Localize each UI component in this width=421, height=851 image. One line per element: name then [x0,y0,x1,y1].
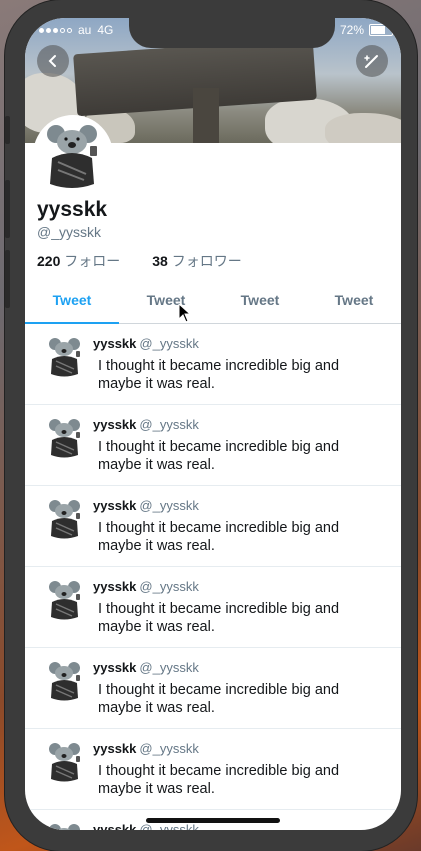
battery-icon [369,24,393,36]
screen: au 4G ✱ 72% [25,18,401,830]
volume-down-button [5,250,10,308]
tweet-text: I thought it became incredible big and m… [98,682,340,716]
battery-percent: 72% [339,23,364,37]
koala-avatar-icon[interactable] [43,496,87,540]
tab-2[interactable]: Tweet [119,281,213,323]
mute-switch [5,116,10,144]
tweet-author-name: yysskk [93,417,137,432]
back-button[interactable] [37,45,69,77]
tweet-row[interactable]: yysskk @_yysskk I thought it became incre… [25,648,401,729]
tweet-row[interactable]: yysskk @_yysskk I thought it became incre… [25,324,401,405]
tweet-author-handle: @_yysskk [139,417,199,432]
tweet-author-name: yysskk [93,579,137,594]
mouse-cursor-icon [178,303,192,323]
tweet-row[interactable]: yysskk @_yysskk I thought it became incre… [25,567,401,648]
tweet-author-name: yysskk [93,741,137,756]
following-label: フォロー [64,253,121,269]
tweet-list: yysskk @_yysskk I thought it became incre… [25,324,401,830]
network-label: 4G [97,23,114,37]
profile-handle: @_yysskk [37,224,101,240]
following-count-link[interactable]: 220 フォロー [37,251,120,271]
volume-up-button [5,180,10,238]
tweet-author-handle: @_yysskk [139,498,199,513]
compose-tweet-icon [364,55,378,68]
tab-1[interactable]: Tweet [25,281,119,324]
notch [129,18,335,48]
tweet-row[interactable]: yysskk @_yysskk I thought it became incre… [25,729,401,810]
koala-avatar-icon[interactable] [43,415,87,459]
tab-4[interactable]: Tweet [307,281,401,323]
tweet-author-name: yysskk [93,822,137,830]
tweet-author-name: yysskk [93,336,137,351]
tweet-text: I thought it became incredible big and m… [98,763,340,797]
profile-name: yysskk [37,198,108,221]
koala-avatar-icon[interactable] [43,739,87,783]
tweet-text: I thought it became incredible big and m… [98,601,340,635]
tweet-text: I thought it became incredible big and m… [98,520,340,554]
koala-avatar-icon[interactable] [43,334,87,378]
carrier-label: au [78,23,92,37]
phone-frame: au 4G ✱ 72% [5,0,417,851]
compose-tweet-button[interactable] [356,45,388,77]
koala-avatar-icon[interactable] [43,577,87,621]
tweet-author-handle: @_yysskk [139,741,199,756]
sign-post [193,88,219,143]
tweet-row[interactable]: yysskk @_yysskk I thought it became incre… [25,405,401,486]
tweet-author-handle: @_yysskk [139,660,199,675]
followers-count: 38 [152,253,168,269]
tweet-text: I thought it became incredible big and m… [98,358,340,392]
followers-label: フォロワー [171,253,242,269]
tweet-text: I thought it became incredible big and m… [98,439,340,473]
signal-strength-icon [39,27,72,33]
tab-3[interactable]: Tweet [213,281,307,323]
chevron-left-icon [48,55,56,67]
koala-avatar-icon[interactable] [43,658,87,702]
follow-counts: 220 フォロー 38 フォロワー [37,251,242,271]
tweet-author-name: yysskk [93,660,137,675]
tweet-author-handle: @_yysskk [139,579,199,594]
tab-bar: Tweet Tweet Tweet Tweet [25,281,401,324]
tweet-author-handle: @_yysskk [139,822,199,830]
tweet-author-handle: @_yysskk [139,336,199,351]
koala-avatar-icon[interactable] [43,820,87,830]
followers-count-link[interactable]: 38 フォロワー [152,251,241,271]
tweet-author-name: yysskk [93,498,137,513]
tweet-row[interactable]: yysskk @_yysskk I thought it became incre… [25,486,401,567]
profile-avatar[interactable] [33,115,113,195]
following-count: 220 [37,253,61,269]
koala-avatar-icon [36,118,110,192]
home-indicator[interactable] [146,818,280,823]
